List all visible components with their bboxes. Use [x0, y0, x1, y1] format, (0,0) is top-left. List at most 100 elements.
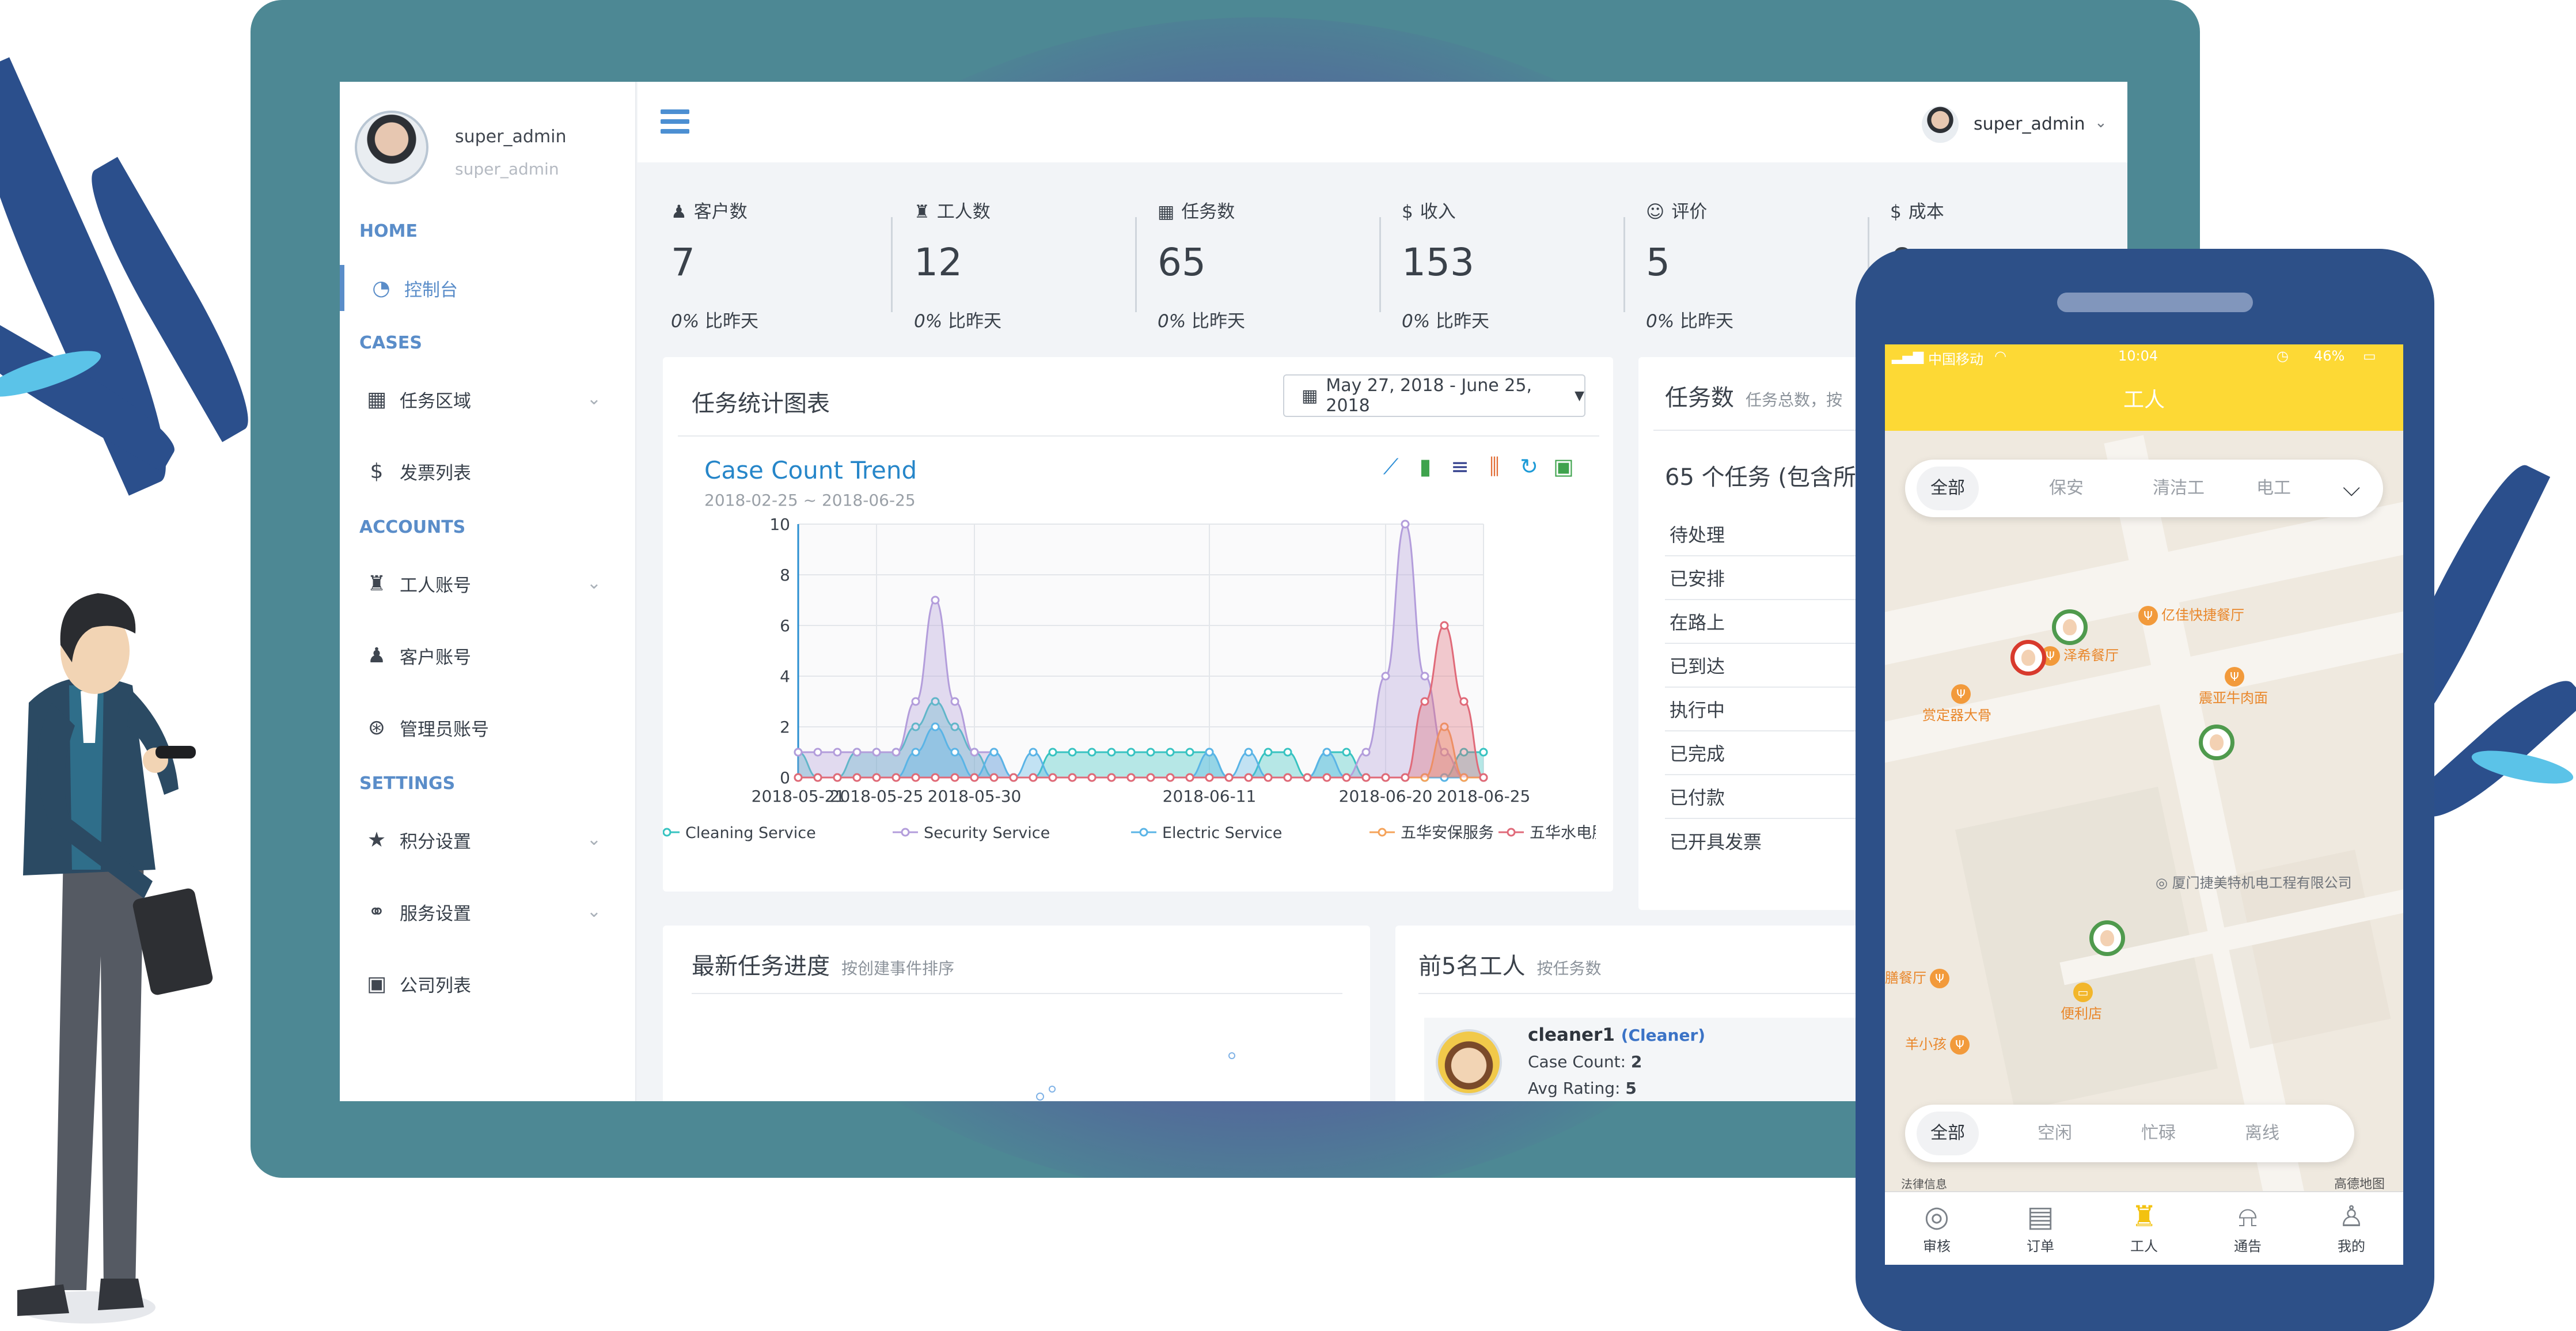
status-offline[interactable]: 离线: [2245, 1105, 2279, 1162]
date-range-picker[interactable]: ▦ May 27, 2018 - June 25, 2018 ▼: [1283, 374, 1585, 417]
stat-label: 收入: [1420, 202, 1456, 222]
sidebar-item-service-settings[interactable]: ⚭ 服务设置 ⌄: [359, 889, 619, 935]
x-tick-label: 2018-06-25: [1437, 787, 1531, 806]
date-range-value: May 27, 2018 - June 25, 2018: [1326, 376, 1532, 416]
caret-down-icon: ▼: [1575, 388, 1584, 403]
hamburger-menu-icon[interactable]: [661, 109, 689, 134]
poi-restaurant[interactable]: Ψ 赏定器大骨: [1922, 684, 1991, 724]
data-point: [813, 773, 822, 782]
list-item: 已安排: [1665, 556, 1872, 600]
food-icon: Ψ: [2225, 667, 2244, 687]
data-point: [1322, 748, 1331, 757]
stat-value: 5: [1646, 240, 1670, 285]
chevron-down-icon[interactable]: ⌵: [2343, 460, 2360, 517]
line-chart-icon[interactable]: ⟋: [1380, 454, 1402, 480]
sidebar: super_admin super_admin HOME ◔ 控制台 CASES…: [340, 82, 636, 1101]
worker-card[interactable]: cleaner1 (Cleaner) Case Count: 2 Avg Rat…: [1424, 1018, 1919, 1101]
sidebar-item-invoices[interactable]: $ 发票列表: [359, 448, 619, 494]
poi-label: 膳餐厅: [1885, 970, 1926, 986]
sidebar-item-company-list[interactable]: ▣ 公司列表: [359, 961, 619, 1007]
poi-restaurant[interactable]: Ψ 震亚牛肉面: [2199, 667, 2268, 707]
data-point: [1342, 773, 1351, 782]
divider: [692, 993, 1342, 994]
food-icon: Ψ: [1930, 969, 1949, 988]
data-point: [989, 773, 999, 782]
data-point: [1283, 773, 1292, 782]
topbar-avatar[interactable]: [1922, 106, 1959, 143]
x-tick-label: 2018-06-11: [1163, 787, 1257, 806]
stat-label: 评价: [1671, 202, 1708, 222]
sidebar-item-customer-accounts[interactable]: ♟ 客户账号: [359, 632, 619, 678]
worker-marker[interactable]: [2052, 609, 2088, 645]
data-point: [1048, 748, 1057, 757]
save-image-icon[interactable]: ▣: [1553, 454, 1575, 480]
panel-title: 前5名工人: [1418, 953, 1526, 980]
stat-workers: ♜ 工人数 12 0% 比昨天: [914, 197, 1156, 347]
legend-label: Electric Service: [1162, 824, 1282, 842]
legend-marker: [901, 828, 910, 837]
tab-profile[interactable]: ♙ 我的: [2300, 1198, 2403, 1255]
dashboard-icon: ◔: [372, 276, 390, 300]
filter-electrician[interactable]: 电工: [2256, 460, 2291, 517]
tiled-icon[interactable]: ⫼: [1484, 454, 1505, 480]
alarm-icon: ◷: [2277, 348, 2289, 364]
data-point: [1361, 748, 1371, 757]
worker-rating: Avg Rating: 5: [1528, 1079, 1637, 1098]
panel-title: 任务数: [1665, 385, 1734, 411]
stat-delta-text: 比昨天: [1192, 311, 1246, 332]
phone-speaker: [2057, 293, 2253, 312]
status-all[interactable]: 全部: [1917, 1112, 1979, 1155]
tab-notices[interactable]: ⍾ 通告: [2196, 1198, 2300, 1255]
tab-workers[interactable]: ♜ 工人: [2092, 1198, 2196, 1255]
data-point: [872, 773, 881, 782]
filter-cleaner[interactable]: 清洁工: [2153, 460, 2205, 517]
refresh-icon[interactable]: ↻: [1518, 454, 1540, 480]
poi-company[interactable]: ◎ 厦门捷美特机电工程有限公司: [2156, 871, 2352, 892]
poi-store[interactable]: ▭ 便利店: [2061, 983, 2102, 1022]
tab-orders[interactable]: ▤ 订单: [1989, 1198, 2092, 1255]
sidebar-item-worker-accounts[interactable]: ♜ 工人账号 ⌄: [359, 560, 619, 606]
data-point: [1342, 748, 1351, 757]
legend-marker: [1139, 828, 1148, 837]
list-item: 执行中: [1665, 688, 1872, 731]
tab-review[interactable]: ◎ 审核: [1885, 1198, 1989, 1255]
worker-marker[interactable]: [2199, 725, 2234, 760]
order-icon: ▤: [2027, 1200, 2054, 1233]
data-point: [1107, 748, 1116, 757]
bar-chart-icon[interactable]: ▮: [1414, 454, 1436, 480]
y-tick-label: 0: [780, 768, 790, 787]
chevron-down-icon[interactable]: ⌄: [2095, 114, 2107, 131]
poi-restaurant[interactable]: 膳餐厅 Ψ: [1885, 966, 1953, 988]
worker-marker[interactable]: [2089, 920, 2125, 956]
panel-title-row: 前5名工人 按任务数: [1418, 947, 1601, 981]
data-point: [911, 697, 920, 706]
latest-tasks-panel: 最新任务进度 按创建事件排序: [663, 926, 1370, 1101]
worker-role[interactable]: (Cleaner): [1621, 1026, 1705, 1045]
wifi-icon: ◠: [1994, 348, 2006, 364]
stat-tasks: ▦ 任务数 65 0% 比昨天: [1158, 197, 1399, 347]
status-busy[interactable]: 忙碌: [2141, 1105, 2176, 1162]
smile-icon: ☺: [1646, 202, 1665, 222]
profile-icon: ♙: [2338, 1200, 2365, 1233]
data-point: [1401, 773, 1410, 782]
poi-restaurant[interactable]: Ψ 泽希餐厅: [2040, 644, 2119, 666]
sidebar-item-admin-accounts[interactable]: ⊛ 管理员账号: [359, 704, 619, 750]
filter-security[interactable]: 保安: [2049, 460, 2084, 517]
stat-delta-text: 比昨天: [1680, 311, 1734, 332]
topbar-user-name[interactable]: super_admin: [1974, 114, 2085, 134]
stack-icon[interactable]: ≡: [1449, 454, 1471, 480]
sidebar-item-task-area[interactable]: ▦ 任务区域 ⌄: [359, 376, 619, 422]
data-point: [1479, 748, 1488, 757]
worker-marker-busy[interactable]: [2010, 640, 2046, 676]
filter-all[interactable]: 全部: [1917, 467, 1979, 510]
food-icon: Ψ: [2138, 606, 2158, 625]
food-icon: Ψ: [1950, 1035, 1970, 1055]
map-legal-link[interactable]: 法律信息: [1901, 1175, 1947, 1192]
sidebar-item-points-settings[interactable]: ★ 积分设置 ⌄: [359, 817, 619, 863]
user-avatar[interactable]: [355, 111, 428, 184]
poi-restaurant[interactable]: Ψ 亿佳快捷餐厅: [2138, 604, 2244, 625]
stat-label: 客户数: [693, 202, 748, 222]
sidebar-item-dashboard[interactable]: ◔ 控制台: [340, 265, 636, 311]
poi-restaurant[interactable]: 羊小孩 Ψ: [1905, 1033, 1973, 1055]
status-idle[interactable]: 空闲: [2038, 1105, 2072, 1162]
